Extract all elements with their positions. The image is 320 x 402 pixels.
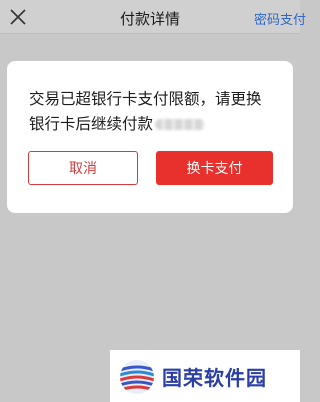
change-card-button[interactable]: 换卡支付 <box>156 151 273 185</box>
password-pay-link[interactable]: 密码支付 <box>254 9 306 28</box>
watermark-text: 国荣软件园 <box>162 366 267 390</box>
top-nav-bar: 付款详情 密码支付 <box>0 0 306 34</box>
dialog-message-container: 交易已超银行卡支付限额，请更换银行卡后继续付款 <box>29 87 275 137</box>
watermark: 国荣软件园 <box>110 350 300 402</box>
cancel-button[interactable]: 取消 <box>28 151 138 185</box>
masked-amount <box>155 119 206 130</box>
limit-exceeded-dialog: 交易已超银行卡支付限额，请更换银行卡后继续付款 取消 换卡支付 <box>7 61 293 213</box>
dialog-message: 交易已超银行卡支付限额，请更换银行卡后继续付款 <box>29 90 262 133</box>
globe-logo-icon <box>120 360 154 394</box>
